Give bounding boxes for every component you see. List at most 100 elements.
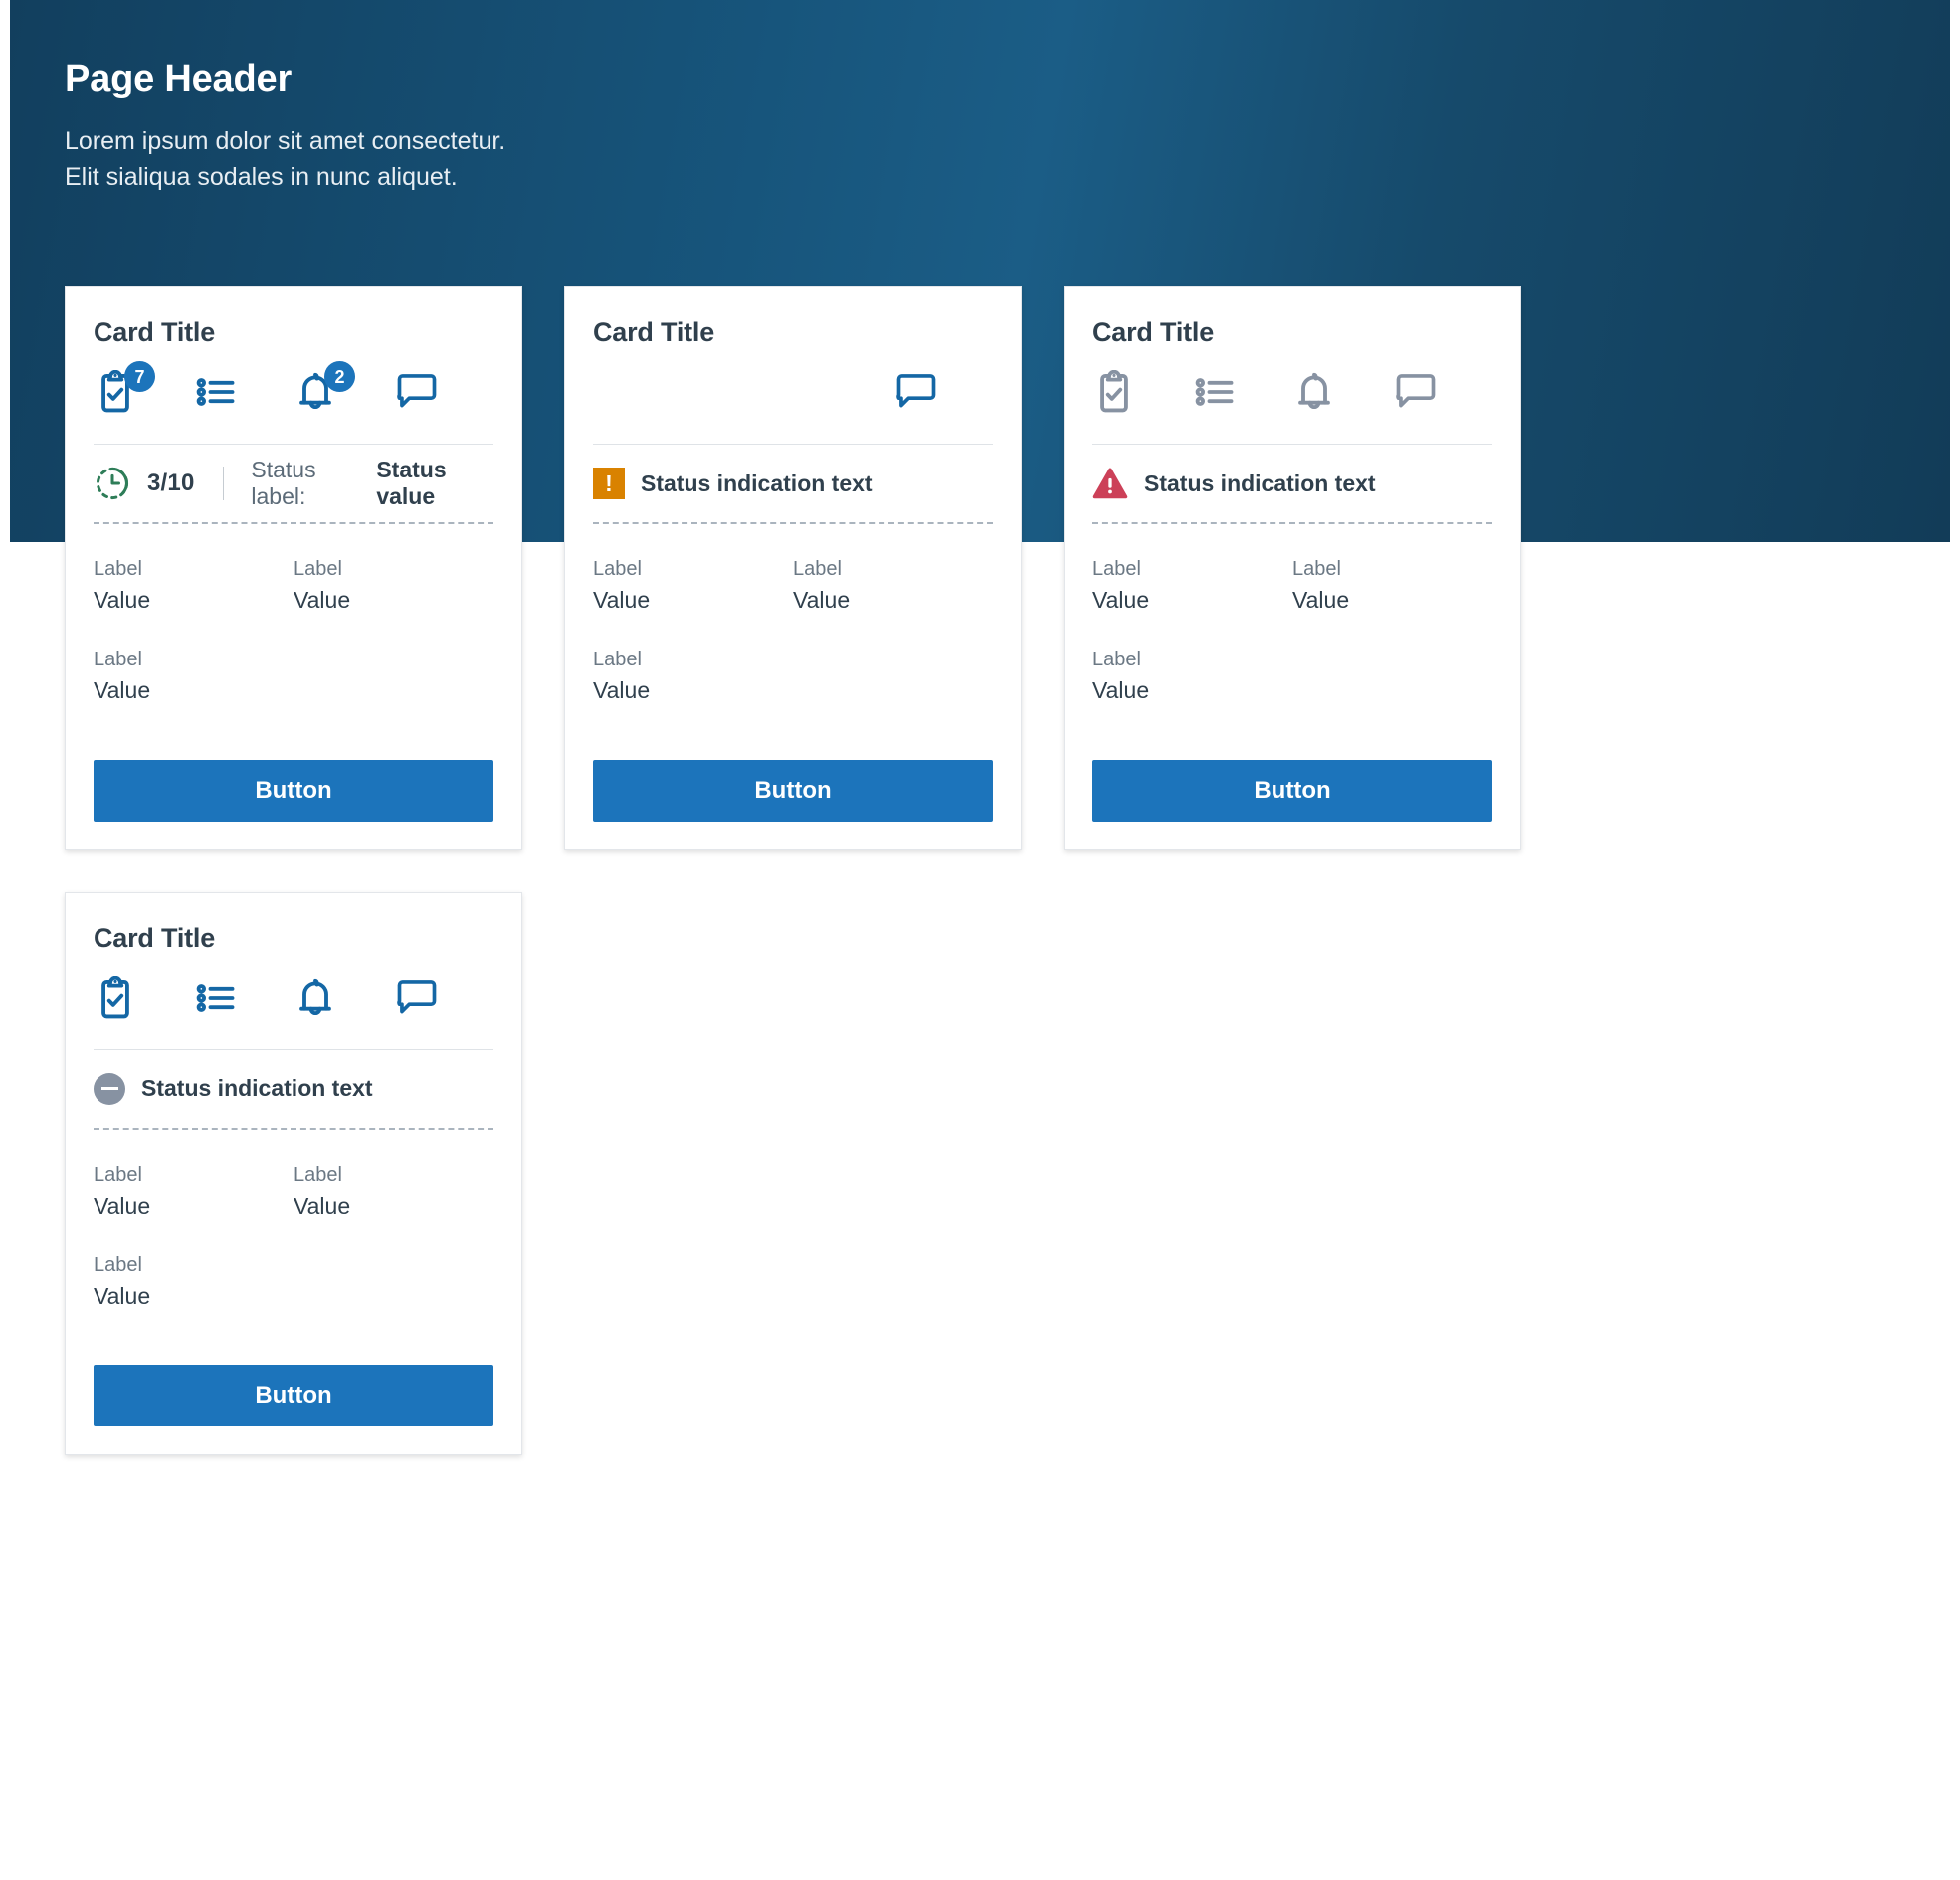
card-field-grid: Label Value Label Value Label Value bbox=[1092, 524, 1492, 708]
clipboard-check-icon bbox=[1092, 370, 1140, 418]
card-field-grid: Label Value Label Value Label Value bbox=[94, 1130, 493, 1314]
icon-slot bbox=[1092, 370, 1193, 418]
field-value: Value bbox=[94, 587, 151, 613]
field-label: Label bbox=[1092, 558, 1141, 580]
icon-slot bbox=[394, 370, 494, 418]
field-cell: Label Value bbox=[94, 1160, 294, 1222]
card: Card Title Status indication text Label Val… bbox=[65, 891, 522, 1456]
icon-slot: 2 bbox=[294, 361, 394, 418]
field-label: Label bbox=[94, 558, 142, 580]
field-cell: Label Value bbox=[94, 645, 294, 707]
icon-badge: 7 bbox=[124, 361, 155, 392]
field-label: Label bbox=[294, 1163, 342, 1186]
bell-icon bbox=[1292, 370, 1340, 418]
card-status-row: 3/10 Status label: Status value bbox=[94, 445, 493, 522]
card-icon-row bbox=[593, 370, 993, 434]
icon-slot bbox=[394, 976, 494, 1024]
clock-progress-icon bbox=[94, 465, 131, 502]
field-cell: Label Value bbox=[94, 1250, 294, 1313]
error-triangle-icon bbox=[1092, 467, 1128, 500]
status-value: Status value bbox=[376, 457, 447, 509]
bell-icon[interactable] bbox=[294, 976, 341, 1024]
field-label: Label bbox=[1092, 649, 1141, 671]
icon-slot bbox=[1292, 370, 1393, 418]
field-label: Label bbox=[94, 1163, 142, 1186]
field-label: Label bbox=[793, 558, 842, 580]
card-spacer bbox=[593, 708, 993, 760]
list-icon[interactable] bbox=[194, 976, 242, 1024]
card-title: Card Title bbox=[94, 922, 216, 953]
field-cell: Label Value bbox=[1092, 554, 1292, 617]
card-field-grid: Label Value Label Value Label Value bbox=[593, 524, 993, 708]
card-status-row: ! Status indication text bbox=[593, 445, 993, 522]
field-label: Label bbox=[294, 558, 342, 580]
card-status-row: Status indication text bbox=[94, 1050, 493, 1128]
card-icon-row: 72 bbox=[94, 361, 494, 434]
card-action-button[interactable]: Button bbox=[593, 759, 993, 822]
field-value: Value bbox=[94, 677, 151, 704]
page-title: Page Header bbox=[65, 58, 293, 99]
card: Card Title Status indication text Label Val… bbox=[1064, 286, 1521, 850]
field-cell: Label Value bbox=[294, 554, 493, 617]
field-cell: Label Value bbox=[94, 554, 294, 617]
page-subtitle: Lorem ipsum dolor sit amet consectetur. … bbox=[65, 123, 505, 196]
field-value: Value bbox=[94, 1283, 151, 1310]
field-cell: Label Value bbox=[593, 645, 793, 707]
field-value: Value bbox=[1292, 587, 1350, 613]
warning-square-icon: ! bbox=[593, 468, 625, 499]
field-value: Value bbox=[593, 587, 651, 613]
comment-icon[interactable] bbox=[893, 370, 941, 418]
field-value: Value bbox=[1092, 587, 1150, 613]
bell-icon[interactable]: 2 bbox=[294, 361, 355, 418]
page-subtitle-line-2: Elit sialiqua sodales in nunc aliquet. bbox=[65, 162, 458, 191]
field-label: Label bbox=[1292, 558, 1341, 580]
card-icon-row bbox=[94, 975, 494, 1039]
field-cell: Label Value bbox=[593, 554, 793, 617]
status-indication-text: Status indication text bbox=[641, 470, 873, 496]
card-icon-row bbox=[1092, 370, 1492, 434]
status-indication-text: Status indication text bbox=[141, 1075, 373, 1102]
icon-slot: 7 bbox=[94, 361, 194, 418]
field-label: Label bbox=[94, 1254, 142, 1277]
status-count: 3/10 bbox=[147, 470, 195, 496]
comment-icon bbox=[1393, 370, 1441, 418]
card-grid: Card Title 7 2 3/10 Status label: Status valu… bbox=[65, 286, 1895, 1456]
field-value: Value bbox=[1092, 677, 1150, 704]
card-title: Card Title bbox=[1092, 317, 1215, 347]
card-action-button[interactable]: Button bbox=[1092, 759, 1492, 822]
field-value: Value bbox=[94, 1192, 151, 1219]
comment-icon[interactable] bbox=[394, 370, 442, 418]
clipboard-check-icon[interactable] bbox=[94, 975, 141, 1024]
field-label: Label bbox=[94, 649, 142, 671]
comment-icon[interactable] bbox=[394, 976, 442, 1024]
icon-slot bbox=[893, 370, 994, 418]
field-cell: Label Value bbox=[1092, 645, 1292, 707]
field-cell: Label Value bbox=[1292, 554, 1492, 617]
icon-slot bbox=[194, 976, 294, 1024]
card-title: Card Title bbox=[94, 317, 216, 347]
status-indication-text: Status indication text bbox=[1144, 470, 1376, 496]
icon-slot bbox=[1393, 370, 1493, 418]
field-value: Value bbox=[294, 1192, 351, 1219]
card-action-button[interactable]: Button bbox=[94, 759, 493, 822]
field-cell: Label Value bbox=[793, 554, 993, 617]
field-value: Value bbox=[294, 587, 351, 613]
card: Card Title! Status indication text Label Va… bbox=[564, 286, 1022, 850]
status-label: Status label: bbox=[251, 457, 316, 509]
clipboard-check-icon[interactable]: 7 bbox=[94, 361, 155, 418]
icon-slot bbox=[94, 975, 194, 1024]
page-subtitle-line-1: Lorem ipsum dolor sit amet consectetur. bbox=[65, 126, 506, 155]
icon-slot bbox=[194, 370, 294, 418]
card-title: Card Title bbox=[593, 317, 715, 347]
card-action-button[interactable]: Button bbox=[94, 1365, 493, 1427]
field-label: Label bbox=[593, 558, 642, 580]
list-icon[interactable] bbox=[194, 370, 242, 418]
page-header-text: Page Header Lorem ipsum dolor sit amet c… bbox=[65, 58, 505, 195]
status-separator bbox=[222, 467, 224, 500]
icon-slot bbox=[1193, 370, 1293, 418]
icon-slot bbox=[294, 976, 394, 1024]
field-value: Value bbox=[793, 587, 851, 613]
card-spacer bbox=[94, 708, 493, 760]
card-spacer bbox=[94, 1313, 493, 1365]
card-status-row: Status indication text bbox=[1092, 445, 1492, 522]
